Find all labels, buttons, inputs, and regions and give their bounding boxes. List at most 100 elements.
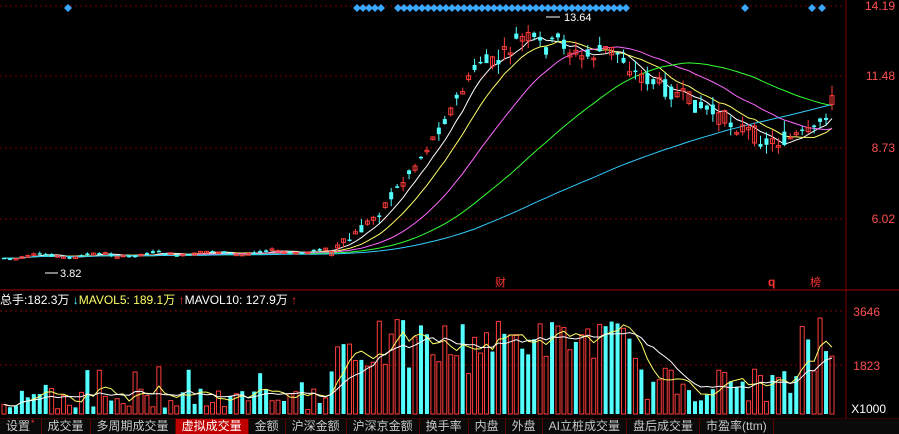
candle-body-down — [317, 248, 322, 251]
candlestick-chart[interactable]: 14.19 11.48 8.73 6.02 3646 1823 X1000 13… — [0, 0, 899, 418]
candle-body-down — [37, 253, 42, 255]
signal-diamond-icon — [818, 4, 826, 12]
volume-bar-up — [275, 399, 281, 415]
marker-cai[interactable]: 财 — [495, 275, 506, 289]
candle-body-down — [133, 255, 138, 258]
volume-label-top: 3646 — [853, 305, 880, 319]
tab-label: 换手率 — [425, 419, 462, 433]
tab-settings-label: 设置 — [6, 419, 31, 433]
volume-bar-up — [293, 391, 299, 415]
tab-pe-ttm[interactable]: 市盈率(ttm) — [700, 419, 774, 434]
tab-settings[interactable]: 设置* — [0, 419, 42, 434]
volume-bar-down — [734, 387, 739, 414]
volume-bar-down — [639, 369, 644, 414]
tab-sh-sz-amount[interactable]: 沪深金额 — [286, 419, 347, 434]
volume-bar-up — [209, 401, 215, 415]
candle-body-down — [538, 36, 543, 41]
candle-body-down — [663, 79, 668, 97]
tab-label: 金额 — [254, 419, 279, 433]
volume-label-mid: 1823 — [853, 359, 880, 373]
volume-bar-up — [126, 405, 132, 415]
tab-multi-period-volume[interactable]: 多周期成交量 — [91, 419, 176, 434]
volume-bar-down — [31, 394, 36, 414]
volume-bar-down — [359, 359, 364, 414]
volume-bar-up — [567, 349, 573, 415]
volume-bar-up — [120, 403, 126, 415]
candle-body-down — [156, 250, 161, 253]
tab-amount[interactable]: 金额 — [249, 419, 286, 434]
volume-bar-down — [770, 375, 775, 414]
candle-body-down — [633, 70, 638, 73]
volume-ma5-line — [3, 324, 833, 407]
volume-bar-down — [710, 389, 715, 414]
moving-average-line — [3, 103, 833, 259]
volume-bar-up — [752, 368, 758, 415]
volume-bar-down — [615, 323, 620, 414]
mavol5-value: 189.1万 — [133, 293, 176, 307]
tab-ai-volume[interactable]: AI立桩成交量 — [543, 419, 628, 434]
indicator-tab-bar: 设置* 成交量 多周期成交量 虚拟成交量 金额 沪深金额 沪深京金额 换手率 内… — [0, 418, 899, 434]
tab-outer-volume[interactable]: 外盘 — [506, 419, 543, 434]
candle-body-down — [824, 117, 829, 120]
candle-body-down — [210, 250, 215, 253]
price-label-2: 11.48 — [866, 69, 895, 83]
volume-bar-down — [228, 395, 233, 414]
volume-bar-up — [382, 363, 388, 415]
volume-bar-up — [746, 400, 752, 415]
volume-bar-up — [114, 398, 120, 415]
candle-body-down — [258, 251, 263, 253]
moving-average-line — [3, 41, 833, 259]
volume-bar-down — [687, 390, 692, 414]
tab-label: 虚拟成交量 — [181, 419, 242, 433]
candle-body-down — [311, 249, 316, 252]
marker-q[interactable]: q — [768, 275, 775, 289]
volume-bar-up — [204, 405, 210, 415]
tab-sh-sz-bj-amount[interactable]: 沪深京金额 — [347, 419, 420, 434]
candle-body-down — [144, 253, 149, 255]
volume-bar-down — [162, 407, 167, 414]
tab-label: 成交量 — [47, 419, 84, 433]
kline-chart-area[interactable]: 14.19 11.48 8.73 6.02 3646 1823 X1000 13… — [0, 0, 899, 434]
tab-volume[interactable]: 成交量 — [42, 419, 91, 434]
volume-bar-up — [1, 404, 7, 415]
mavol10-value: 127.9万 — [245, 293, 288, 307]
marker-bang[interactable]: 榜 — [810, 275, 821, 289]
price-label-top: 14.19 — [865, 0, 895, 13]
volume-bar-down — [526, 354, 531, 414]
volume-bar-up — [775, 377, 781, 415]
candle-body-down — [67, 256, 72, 259]
candle-body-down — [669, 86, 674, 100]
tab-virtual-volume[interactable]: 虚拟成交量 — [175, 419, 249, 434]
candle-body-down — [186, 253, 191, 256]
volume-bar-up — [221, 406, 227, 415]
volume-bar-down — [728, 381, 733, 414]
candle-body-down — [514, 33, 519, 39]
volume-bar-down — [25, 397, 30, 414]
volume-bar-up — [763, 400, 769, 415]
candle-body-down — [97, 253, 102, 255]
volume-bar-down — [651, 381, 656, 414]
tab-inner-volume[interactable]: 内盘 — [469, 419, 506, 434]
candle-body-down — [85, 253, 90, 255]
volume-bar-up — [156, 366, 162, 415]
volume-bar-down — [520, 348, 525, 414]
volume-bar-up — [168, 400, 174, 415]
tab-after-hours-volume[interactable]: 盘后成交量 — [627, 419, 701, 434]
candle-body-down — [585, 49, 590, 57]
tail-up-arrow-icon: ↑ — [291, 293, 298, 307]
candle-body-down — [532, 32, 537, 37]
volume-bar-up — [507, 334, 513, 415]
volume-bar-down — [7, 407, 12, 414]
moving-average-lines — [3, 36, 833, 259]
volume-bar-down — [490, 351, 495, 414]
signal-diamond-icon — [741, 4, 749, 12]
total-volume-value: 182.3万 — [27, 293, 70, 307]
candle-body-down — [800, 129, 805, 132]
volume-bar-up — [621, 327, 627, 415]
tab-label: 内盘 — [474, 419, 499, 433]
signal-diamond-icon — [808, 4, 816, 12]
signal-diamond-icon — [622, 4, 630, 12]
volume-bar-up — [644, 398, 650, 415]
tab-turnover-rate[interactable]: 换手率 — [420, 419, 469, 434]
volume-bar-down — [532, 339, 537, 414]
